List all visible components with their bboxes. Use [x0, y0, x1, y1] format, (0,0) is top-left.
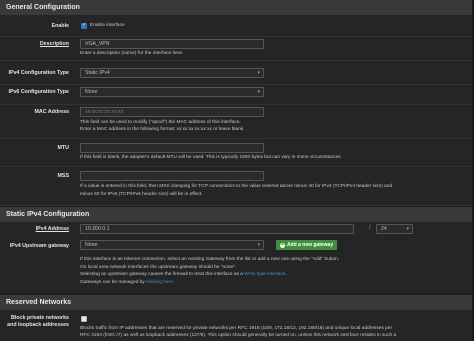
ipv4-gateway-row: IPv4 Upstream gateway None +Add a new ga… — [0, 236, 474, 293]
mss-row: MSS If a value is entered in this field,… — [0, 167, 474, 206]
wan-type-interface-link[interactable]: WAN type interface — [244, 272, 285, 277]
mtu-hint: If this field is blank, the adapter's de… — [80, 155, 342, 160]
mac-address-hint-2: Enter a MAC address in the following for… — [80, 127, 245, 132]
gateway-hint-3-text: Selecting an upstream gateway causes the… — [80, 272, 245, 277]
mss-label: MSS — [57, 173, 69, 179]
gateway-hint-4-end: . — [172, 279, 175, 285]
mac-address-input[interactable]: xx:xx:xx:xx:xx:xx — [80, 107, 264, 117]
ipv4-type-row: IPv4 Configuration Type Static IPv4 — [0, 61, 474, 85]
mtu-row: MTU If this field is blank, the adapter'… — [0, 139, 474, 167]
ipv4-type-select[interactable]: Static IPv4 — [80, 68, 264, 78]
enable-label: Enable — [51, 23, 69, 29]
block-private-hint-1: Blocks traffic from IP addresses that ar… — [80, 326, 393, 331]
cidr-separator: / — [369, 225, 371, 231]
plus-icon: + — [280, 242, 285, 248]
ipv4-cidr-select[interactable]: 24 — [376, 224, 413, 234]
reserved-networks-panel: Reserved Networks Block private networks… — [0, 295, 474, 341]
mtu-label: MTU — [57, 145, 69, 151]
add-gateway-button-label: Add a new gateway — [287, 242, 334, 248]
general-configuration-title: General Configuration — [0, 0, 474, 15]
mtu-input[interactable] — [80, 143, 264, 153]
static-ipv4-title: Static IPv4 Configuration — [0, 207, 474, 222]
description-input[interactable]: VGA_VPN — [80, 39, 264, 49]
ipv4-address-row: IPv4 Address 10.200.0.1 / 24 — [0, 222, 474, 236]
ipv6-type-select[interactable]: None — [80, 87, 264, 97]
ipv6-type-label: IPv6 Configuration Type — [8, 89, 69, 95]
ipv4-gateway-select[interactable]: None — [80, 240, 264, 250]
description-label: Description — [39, 41, 69, 47]
mss-hint-2: minus 60 for IPv6 (TCP/IPv6 header size)… — [80, 192, 203, 197]
gateway-hint-4-text: Gateways can be managed by — [80, 279, 147, 285]
block-private-label-2: and loopback addresses — [7, 322, 69, 328]
enable-row: Enable Enable interface — [0, 15, 474, 37]
ipv4-gateway-label: IPv4 Upstream gateway — [9, 243, 69, 249]
ipv4-address-label: IPv4 Address — [35, 226, 69, 232]
mss-input[interactable] — [80, 171, 264, 181]
ipv4-type-label: IPv4 Configuration Type — [8, 70, 69, 76]
mac-address-label: MAC Address — [34, 109, 69, 115]
mss-hint-1: If a value is entered in this field, the… — [80, 184, 393, 189]
block-private-row: Block private networks and loopback addr… — [0, 310, 474, 341]
mac-address-placeholder: xx:xx:xx:xx:xx:xx — [85, 109, 124, 115]
reserved-networks-title: Reserved Networks — [0, 295, 474, 310]
gateway-hint-2: On local area network interfaces the ups… — [80, 264, 237, 270]
enable-interface-checkbox-label[interactable]: Enable interface — [90, 23, 125, 30]
gateway-hint-1: If this interface is an Internet connect… — [80, 257, 340, 262]
general-configuration-panel: General Configuration Enable Enable inte… — [0, 0, 474, 206]
gateway-hint-3-end: . — [285, 272, 287, 277]
gateway-hint-3: Selecting an upstream gateway causes the… — [80, 272, 287, 279]
enable-interface-checkbox[interactable] — [81, 22, 87, 29]
manage-gateways-link[interactable]: clicking here — [146, 280, 173, 285]
static-ipv4-panel: Static IPv4 Configuration IPv4 Address 1… — [0, 207, 474, 293]
gateway-hint-4: Gateways can be managed by clicking here… — [80, 280, 174, 287]
add-gateway-button[interactable]: + Add a new gateway — [276, 240, 338, 250]
block-private-label-1: Block private networks — [11, 315, 69, 321]
mac-address-row: MAC Address xx:xx:xx:xx:xx:xx This field… — [0, 105, 474, 139]
mac-address-hint-1: This field can be used to modify ("spoof… — [80, 120, 241, 125]
description-hint: Enter a description (name) for the inter… — [80, 51, 184, 56]
block-private-hint-2: RFC 4193 (fc00::/7) as well as loopback … — [80, 333, 397, 338]
ipv4-address-input[interactable]: 10.200.0.1 — [80, 224, 354, 234]
ipv6-type-row: IPv6 Configuration Type None — [0, 85, 474, 105]
block-private-checkbox[interactable] — [81, 316, 87, 322]
description-row: Description VGA_VPN Enter a description … — [0, 37, 474, 61]
